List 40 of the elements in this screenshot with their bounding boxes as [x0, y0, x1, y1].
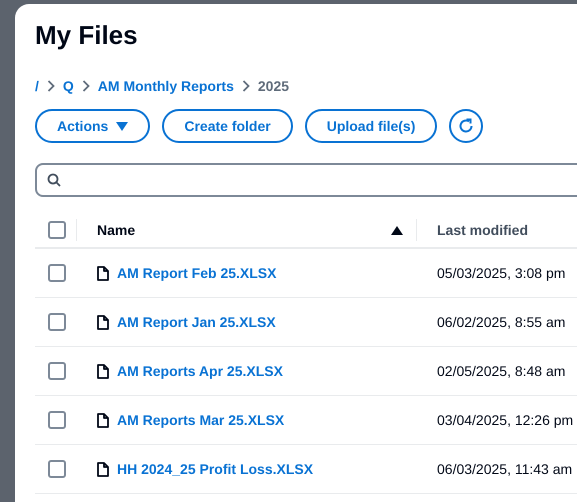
file-icon	[97, 314, 109, 330]
modified-date: 03/04/2025, 12:26 pm	[437, 412, 574, 428]
column-header[interactable]: Name	[97, 222, 136, 238]
file-link[interactable]: AM Report Jan 25.XLSX	[117, 314, 276, 330]
modified-date: 02/05/2025, 8:48 am	[437, 363, 566, 379]
current-folder-label: 2025	[258, 78, 290, 94]
chevron-right-icon	[46, 80, 55, 92]
search-field[interactable]	[35, 163, 577, 197]
chevron-right-icon	[82, 80, 90, 92]
file-icon	[97, 266, 109, 280]
file-icon	[97, 364, 109, 378]
refresh-button[interactable]	[449, 109, 484, 143]
row-checkbox[interactable]	[48, 460, 66, 478]
refresh-icon	[458, 118, 474, 134]
file-link[interactable]: HH 2024_25 Profit Loss.XLSX	[117, 461, 314, 477]
row-checkbox[interactable]	[48, 313, 66, 331]
row-checkbox[interactable]	[48, 362, 66, 380]
column-header[interactable]: Last modified	[437, 222, 528, 238]
toolbar-button[interactable]: Create folder	[162, 109, 293, 143]
file-link[interactable]: AM Reports Apr 25.XLSX	[117, 363, 283, 379]
modified-date: 05/03/2025, 3:08 pm	[437, 265, 566, 281]
search-icon	[47, 173, 61, 187]
sort-ascending-icon[interactable]	[391, 226, 403, 234]
modified-date: 06/02/2025, 8:55 am	[437, 314, 566, 330]
caret-down-icon	[116, 122, 128, 130]
modified-date: 06/03/2025, 11:43 am	[437, 461, 572, 477]
file-icon	[97, 462, 109, 476]
chevron-right-icon	[242, 80, 250, 92]
row-checkbox[interactable]	[48, 411, 66, 429]
breadcrumb-link[interactable]: AM Monthly Reports	[98, 78, 234, 94]
breadcrumb-link[interactable]: Q	[62, 78, 74, 94]
actions-dropdown-button[interactable]: Actions	[35, 109, 150, 143]
row-checkbox[interactable]	[48, 264, 66, 282]
toolbar-button[interactable]: Upload file(s)	[304, 109, 438, 143]
file-link[interactable]: AM Report Feb 25.XLSX	[117, 265, 276, 281]
breadcrumb-link[interactable]: /	[35, 78, 39, 94]
select-all-checkbox[interactable]	[48, 221, 66, 239]
dialog-title: My Files	[35, 22, 139, 48]
file-link[interactable]: AM Reports Mar 25.XLSX	[117, 412, 284, 428]
file-icon	[97, 412, 109, 428]
